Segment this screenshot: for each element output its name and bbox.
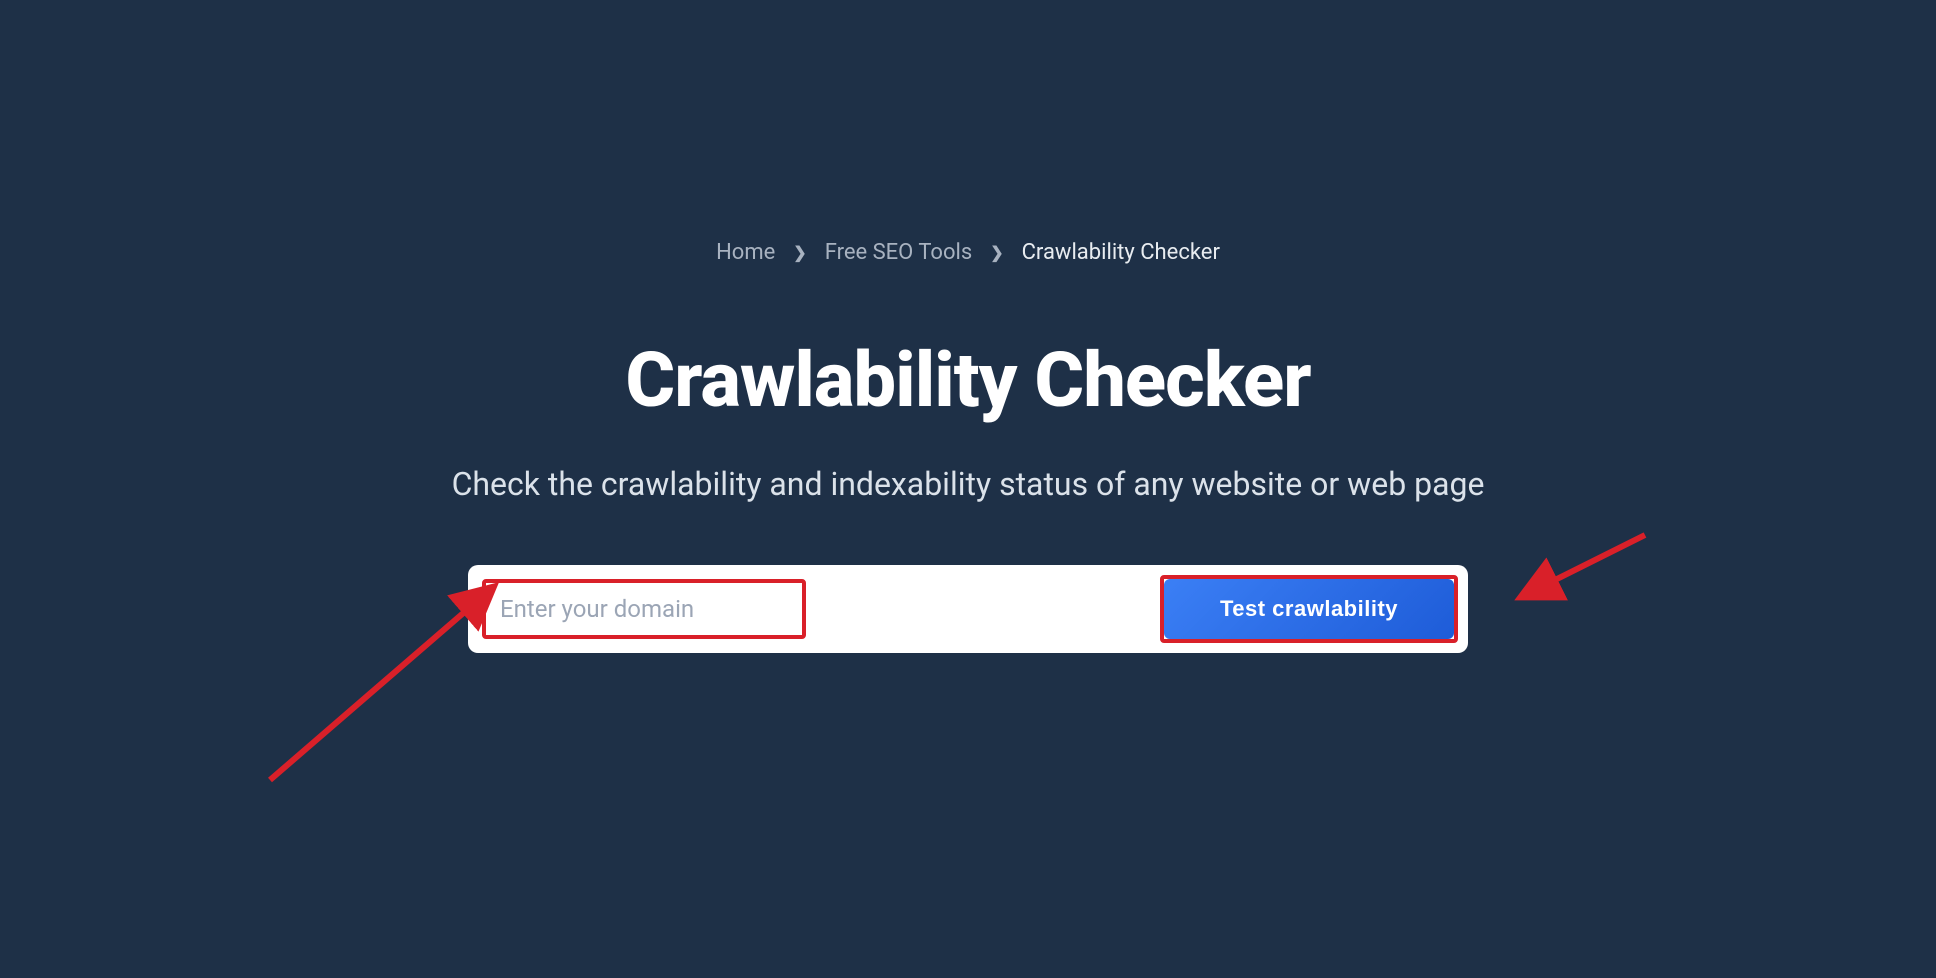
breadcrumb-current: Crawlability Checker — [1022, 240, 1220, 265]
page-subtitle: Check the crawlability and indexability … — [452, 465, 1485, 503]
breadcrumb-home[interactable]: Home — [716, 240, 775, 265]
domain-input[interactable] — [494, 587, 794, 631]
button-highlight-box: Test crawlability — [1160, 575, 1458, 643]
input-highlight-box — [482, 579, 806, 639]
test-crawlability-button[interactable]: Test crawlability — [1164, 579, 1454, 639]
main-container: Home ❯ Free SEO Tools ❯ Crawlability Che… — [0, 0, 1936, 653]
search-panel: Test crawlability — [468, 565, 1468, 653]
breadcrumb: Home ❯ Free SEO Tools ❯ Crawlability Che… — [716, 240, 1220, 265]
page-title: Crawlability Checker — [625, 335, 1310, 425]
chevron-right-icon: ❯ — [990, 243, 1003, 262]
breadcrumb-free-seo-tools[interactable]: Free SEO Tools — [825, 240, 973, 265]
chevron-right-icon: ❯ — [793, 243, 806, 262]
